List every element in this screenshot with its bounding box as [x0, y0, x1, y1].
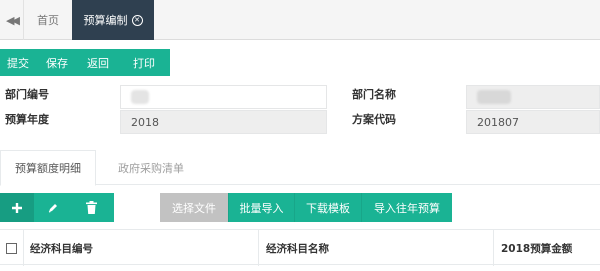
dept-name-label: 部门名称 [352, 88, 396, 101]
pencil-icon [48, 203, 57, 212]
select-all-checkbox[interactable] [6, 242, 17, 254]
plan-code-field: 201807 [466, 110, 600, 134]
tab-home[interactable]: 首页 [24, 0, 72, 40]
dept-code-field[interactable] [120, 85, 327, 109]
budget-year-label: 预算年度 [5, 113, 49, 126]
add-button[interactable] [0, 193, 34, 222]
plan-code-label: 方案代码 [352, 113, 396, 126]
tab-budget-editing[interactable]: 预算编制 ✕ [72, 0, 154, 40]
budget-table-header: 经济科目编号 经济科目名称 2018预算金额 [0, 229, 600, 266]
tab-budget-editing-label: 预算编制 [83, 14, 128, 27]
select-all-cell [0, 230, 24, 266]
budget-year-field: 2018 [120, 110, 327, 134]
tab-bar: ◀◀ 首页 预算编制 ✕ [0, 0, 600, 40]
import-previous-budget-button[interactable]: 导入往年预算 [361, 193, 452, 222]
download-template-button[interactable]: 下载模板 [294, 193, 361, 222]
column-header-budget-amount[interactable]: 2018预算金额 [494, 230, 600, 266]
edit-button[interactable] [34, 193, 72, 222]
trash-icon [85, 201, 97, 214]
row-action-group [0, 193, 114, 222]
select-file-button[interactable]: 选择文件 [160, 193, 228, 222]
redacted-value [477, 90, 511, 104]
print-button[interactable]: 打印 [118, 49, 170, 76]
double-chevron-left-icon[interactable]: ◀◀ [0, 0, 24, 40]
plus-icon [12, 202, 22, 213]
submit-button[interactable]: 提交 [0, 49, 36, 76]
tab-budget-detail[interactable]: 预算额度明细 [0, 150, 96, 186]
save-button[interactable]: 保存 [36, 49, 78, 76]
dept-name-field [466, 85, 600, 109]
back-button[interactable]: 返回 [78, 49, 118, 76]
redacted-value [131, 90, 149, 104]
column-header-item-name[interactable]: 经济科目名称 [259, 230, 494, 266]
close-icon[interactable]: ✕ [131, 14, 143, 26]
batch-import-button[interactable]: 批量导入 [228, 193, 294, 222]
dept-code-label: 部门编号 [5, 88, 49, 101]
column-header-item-code[interactable]: 经济科目编号 [24, 230, 259, 266]
form-toolbar: 提交 保存 返回 打印 [0, 49, 170, 76]
delete-button[interactable] [72, 193, 110, 222]
sub-tabs: 预算额度明细 政府采购清单 [0, 150, 600, 186]
tab-procurement-list[interactable]: 政府采购清单 [96, 150, 206, 185]
